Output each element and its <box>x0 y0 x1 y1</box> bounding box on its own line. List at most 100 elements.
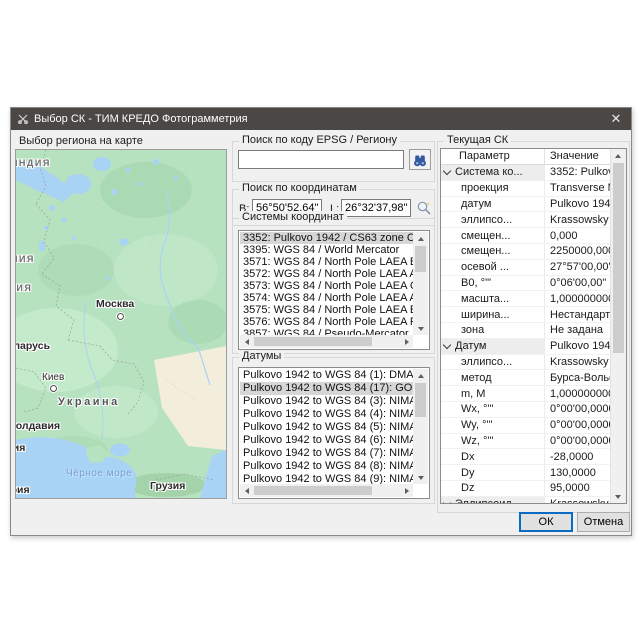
coord-system-item[interactable]: 3571: WGS 84 / North Pole LAEA Bering Se… <box>240 256 413 268</box>
cancel-button[interactable]: Отмена <box>577 512 630 532</box>
value-column-header[interactable]: Значение <box>545 149 611 164</box>
app-icon <box>17 113 29 125</box>
epsg-search-button[interactable] <box>409 149 431 170</box>
scroll-thumb[interactable] <box>254 337 372 346</box>
property-row[interactable]: эллипсо...Krassowsky 1940 <box>441 212 611 228</box>
coord-systems-vscrollbar[interactable] <box>413 232 428 335</box>
expand-chevron-icon[interactable] <box>443 341 451 349</box>
param-cell: m, M <box>441 386 545 401</box>
table-vscrollbar[interactable] <box>610 149 626 503</box>
coord-system-item[interactable]: 3575: WGS 84 / North Pole LAEA Europe <box>240 304 413 316</box>
property-row[interactable]: масшта...1,000000000000 <box>441 291 611 307</box>
value-cell: 0°00'00,0000000" <box>545 402 611 417</box>
param-cell: датум <box>441 197 545 212</box>
datum-item[interactable]: Pulkovo 1942 to WGS 84 (5): NIMA-Cze <box>240 421 413 434</box>
datum-item[interactable]: Pulkovo 1942 to WGS 84 (7): NIMA-Kaz <box>240 447 413 460</box>
property-row[interactable]: Dy130,0000 <box>441 465 611 481</box>
param-cell: масшта... <box>441 291 545 306</box>
datums-hscrollbar[interactable] <box>240 484 413 497</box>
ok-button[interactable]: ОК <box>519 512 573 532</box>
scroll-down-button[interactable] <box>413 322 428 335</box>
param-cell: Dx <box>441 449 545 464</box>
property-row[interactable]: Wy, °'"0°00'00,0000000" <box>441 418 611 434</box>
property-row[interactable]: Dx-28,0000 <box>441 449 611 465</box>
close-button[interactable]: ✕ <box>601 108 631 130</box>
property-row[interactable]: Wz, °'"0°00'00,0000000" <box>441 434 611 450</box>
param-cell: Dz <box>441 481 545 496</box>
property-row[interactable]: ЭллипсоидKrassowsky 1940 <box>441 497 611 503</box>
coord-systems-label: Системы координат <box>239 211 347 223</box>
coord-systems-hscrollbar[interactable] <box>240 335 413 348</box>
l-coordinate-input[interactable] <box>341 199 411 217</box>
scroll-thumb[interactable] <box>415 383 426 417</box>
scroll-up-button[interactable] <box>611 149 625 162</box>
datums-label: Датумы <box>239 350 284 362</box>
property-row[interactable]: проекцияTransverse Mercator <box>441 181 611 197</box>
coord-systems-group: Системы координат 3352: Pulkovo 1942 / C… <box>232 218 435 354</box>
value-cell: 130,0000 <box>545 465 611 480</box>
datum-item[interactable]: Pulkovo 1942 to WGS 84 (4): NIMA-Pol <box>240 408 413 421</box>
scroll-right-button[interactable] <box>400 484 413 497</box>
coord-system-item[interactable]: 3857: WGS 84 / Pseudo-Mercator <box>240 328 413 335</box>
property-row[interactable]: B0, °'"0°06'00,00" <box>441 276 611 292</box>
property-row[interactable]: Dz95,0000 <box>441 481 611 497</box>
value-cell: Не задана <box>545 323 611 338</box>
property-row[interactable]: эллипсо...Krassowsky 1940 <box>441 355 611 371</box>
coord-system-item[interactable]: 3574: WGS 84 / North Pole LAEA Atlantic <box>240 292 413 304</box>
datum-item[interactable]: Pulkovo 1942 to WGS 84 (9): NIMA-Rom <box>240 473 413 484</box>
scroll-thumb[interactable] <box>254 486 372 495</box>
scroll-left-button[interactable] <box>240 484 253 497</box>
epsg-search-input[interactable] <box>238 150 404 169</box>
property-row[interactable]: m, M1,000000000000 <box>441 386 611 402</box>
property-row[interactable]: Система ко...3352: Pulkovo 1942 / CS63 .… <box>441 165 611 181</box>
param-column-header[interactable]: Параметр <box>441 149 545 164</box>
param-cell: эллипсо... <box>441 212 545 227</box>
coord-systems-rows: 3352: Pulkovo 1942 / CS63 zone C23395: W… <box>240 232 413 335</box>
scroll-left-button[interactable] <box>240 335 253 348</box>
datums-vscrollbar[interactable] <box>413 369 428 484</box>
property-row[interactable]: смещен...2250000,000 <box>441 244 611 260</box>
property-row[interactable]: ширина...Нестандартная <box>441 307 611 323</box>
expand-chevron-icon[interactable] <box>443 499 451 503</box>
value-cell: 0,000 <box>545 228 611 243</box>
coord-system-item[interactable]: 3352: Pulkovo 1942 / CS63 zone C2 <box>240 232 413 244</box>
coord-search-button[interactable] <box>415 199 433 217</box>
value-cell: Krassowsky 1940 <box>545 355 611 370</box>
param-cell: смещен... <box>441 244 545 259</box>
scroll-right-button[interactable] <box>400 335 413 348</box>
scroll-down-button[interactable] <box>413 471 428 484</box>
current-cs-table[interactable]: Параметр Значение Система ко...3352: Pul… <box>440 148 627 504</box>
scroll-up-button[interactable] <box>413 232 428 245</box>
datum-item[interactable]: Pulkovo 1942 to WGS 84 (8): NIMA-Alb <box>240 460 413 473</box>
datum-item[interactable]: Pulkovo 1942 to WGS 84 (17): GOST-Rus <box>240 382 413 395</box>
datum-item[interactable]: Pulkovo 1942 to WGS 84 (6): NIMA-Lva <box>240 434 413 447</box>
datums-list[interactable]: Pulkovo 1942 to WGS 84 (1): DMA-RusPulko… <box>238 367 430 499</box>
title-bar[interactable]: Выбор СК - ТИМ КРЕДО Фотограмметрия ✕ <box>11 108 631 130</box>
property-row[interactable]: смещен...0,000 <box>441 228 611 244</box>
datum-item[interactable]: Pulkovo 1942 to WGS 84 (1): DMA-Rus <box>240 369 413 382</box>
coord-system-item[interactable]: 3395: WGS 84 / World Mercator <box>240 244 413 256</box>
param-cell: Датум <box>441 339 545 354</box>
datum-item[interactable]: Pulkovo 1942 to WGS 84 (3): NIMA-Hun <box>240 395 413 408</box>
region-map[interactable]: ФИНЛЯНДИЯЭСТОНИЯЛАТВИЯБеларусьКиевУкраин… <box>15 149 227 499</box>
map-label: Чёрное море <box>66 468 132 479</box>
param-cell: проекция <box>441 181 545 196</box>
property-row[interactable]: зонаНе задана <box>441 323 611 339</box>
coord-system-item[interactable]: 3572: WGS 84 / North Pole LAEA Alaska <box>240 268 413 280</box>
property-row[interactable]: датумPulkovo 1942 <box>441 197 611 213</box>
property-row[interactable]: методБурса-Вольфа <box>441 370 611 386</box>
coord-systems-list[interactable]: 3352: Pulkovo 1942 / CS63 zone C23395: W… <box>238 230 430 350</box>
property-row[interactable]: осевой ...27°57'00,00" <box>441 260 611 276</box>
property-row[interactable]: Wx, °'"0°00'00,0000000" <box>441 402 611 418</box>
property-row[interactable]: ДатумPulkovo 1942 <box>441 339 611 355</box>
coord-system-item[interactable]: 3576: WGS 84 / North Pole LAEA Russia <box>240 316 413 328</box>
scroll-up-button[interactable] <box>413 369 428 382</box>
value-cell: Нестандартная <box>545 307 611 322</box>
scroll-thumb[interactable] <box>613 163 624 353</box>
param-cell: Wy, °'" <box>441 418 545 433</box>
current-cs-group: Текущая СК Параметр Значение Система ко.… <box>437 141 630 513</box>
expand-chevron-icon[interactable] <box>443 167 451 175</box>
coord-system-item[interactable]: 3573: WGS 84 / North Pole LAEA Canada <box>240 280 413 292</box>
scroll-down-button[interactable] <box>611 490 625 503</box>
scroll-thumb[interactable] <box>415 246 426 272</box>
